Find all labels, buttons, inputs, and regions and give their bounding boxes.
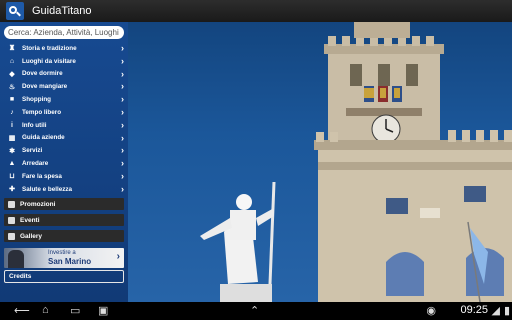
banner-line2: San Marino [48, 257, 92, 266]
menu-item-label: Arredare [22, 160, 49, 168]
section-label: Promozioni [20, 200, 56, 208]
action-bar: GuidaTitano [0, 0, 512, 22]
menu-item-label: Salute e bellezza [22, 185, 73, 193]
menu-item-storia-e-tradizione[interactable]: ♜ Storia e tradizione › [0, 42, 128, 55]
arrow-right-icon: › [116, 251, 120, 262]
menu-item-info-utili[interactable]: i Info utili › [0, 119, 128, 132]
menu-item-label: Shopping [22, 96, 52, 104]
background-photo [128, 22, 512, 302]
shopping-bag-icon: ■ [9, 96, 15, 104]
chevron-right-icon: › [121, 119, 124, 130]
banner-line1: Investire a [48, 250, 76, 256]
menu-item-fare-la-spesa[interactable]: ⊔ Fare la spesa › [0, 170, 128, 183]
gallery-icon [8, 232, 15, 240]
palazzo-pubblico-illustration [200, 22, 512, 302]
menu-item-label: Guida aziende [22, 134, 65, 142]
clock: 09:25 [460, 304, 488, 316]
health-icon: ✚ [9, 186, 15, 194]
menu-item-shopping[interactable]: ■ Shopping › [0, 93, 128, 106]
leisure-icon: ♪ [10, 108, 14, 116]
screenshot-icon[interactable]: ▣ [98, 304, 108, 317]
usb-icon: ◉ [426, 305, 436, 317]
dining-icon: ♨ [8, 83, 16, 91]
menu-item-salute-e-bellezza[interactable]: ✚ Salute e bellezza › [0, 183, 128, 196]
calendar-icon [8, 216, 15, 224]
recent-apps-icon[interactable]: ▭ [70, 304, 80, 317]
home-icon[interactable]: ⌂ [42, 304, 49, 316]
monument-icon: ⌂ [9, 57, 15, 65]
chevron-right-icon: › [121, 55, 124, 66]
chevron-right-icon: › [121, 68, 124, 79]
ad-banner[interactable]: Investire a San Marino › [4, 248, 124, 268]
lamp-icon: ▲ [8, 160, 16, 168]
chevron-right-icon: › [121, 94, 124, 105]
menu-item-dove-mangiare[interactable]: ♨ Dove mangiare › [0, 80, 128, 93]
menu-item-guida-aziende[interactable]: ▦ Guida aziende › [0, 132, 128, 145]
chevron-right-icon: › [121, 170, 124, 181]
chevron-right-icon: › [121, 132, 124, 143]
chevron-right-icon: › [121, 145, 124, 156]
menu-item-label: Luoghi da visitare [22, 57, 76, 65]
battery-icon: ▮ [503, 305, 510, 317]
chevron-right-icon: › [121, 106, 124, 117]
promotions-icon [8, 200, 15, 208]
menu-item-luoghi-da-visitare[interactable]: ⌂ Luoghi da visitare › [0, 55, 128, 68]
navigation-drawer: ♜ Storia e tradizione › ⌂ Luoghi da visi… [0, 22, 128, 302]
menu-item-dove-dormire[interactable]: ◆ Dove dormire › [0, 68, 128, 81]
menu-item-arredare[interactable]: ▲ Arredare › [0, 157, 128, 170]
info-icon: i [11, 121, 13, 129]
search-input[interactable] [4, 26, 124, 39]
menu-item-tempo-libero[interactable]: ♪ Tempo libero › [0, 106, 128, 119]
menu-item-servizi[interactable]: ✱ Servizi › [0, 144, 128, 157]
section-promozioni[interactable]: Promozioni [4, 198, 124, 210]
section-gallery[interactable]: Gallery [4, 230, 124, 242]
businessman-image [8, 250, 24, 268]
app-title: GuidaTitano [32, 5, 92, 17]
back-icon[interactable]: ⟵ [14, 304, 30, 317]
menu-item-label: Tempo libero [22, 108, 62, 116]
gear-icon: ✱ [9, 147, 15, 155]
menu-item-label: Dove dormire [22, 70, 63, 78]
app-logo-icon[interactable] [6, 2, 24, 20]
building-icon: ▦ [8, 134, 16, 142]
tag-icon: ◆ [9, 70, 15, 78]
chevron-right-icon: › [121, 183, 124, 194]
menu-item-label: Fare la spesa [22, 172, 62, 180]
menu-item-label: Servizi [22, 147, 43, 155]
chevron-right-icon: › [121, 158, 124, 169]
credits-button[interactable]: Credits [4, 270, 124, 283]
chevron-up-icon[interactable]: ⌃ [250, 304, 259, 317]
menu-item-label: Storia e tradizione [22, 44, 77, 52]
section-label: Eventi [20, 216, 40, 224]
menu-list: ♜ Storia e tradizione › ⌂ Luoghi da visi… [0, 42, 128, 196]
chevron-right-icon: › [121, 81, 124, 92]
menu-item-label: Info utili [22, 121, 47, 129]
wifi-icon: ◢ [491, 305, 500, 317]
chevron-right-icon: › [121, 43, 124, 53]
tower-icon: ♜ [8, 45, 16, 53]
section-eventi[interactable]: Eventi [4, 214, 124, 226]
section-label: Gallery [20, 232, 43, 240]
system-nav-bar: ⟵ ⌂ ▭ ▣ ⌃ ◉ 09:25 ◢ ▮ [0, 302, 512, 320]
menu-item-label: Dove mangiare [22, 83, 68, 91]
cart-icon: ⊔ [9, 173, 15, 181]
